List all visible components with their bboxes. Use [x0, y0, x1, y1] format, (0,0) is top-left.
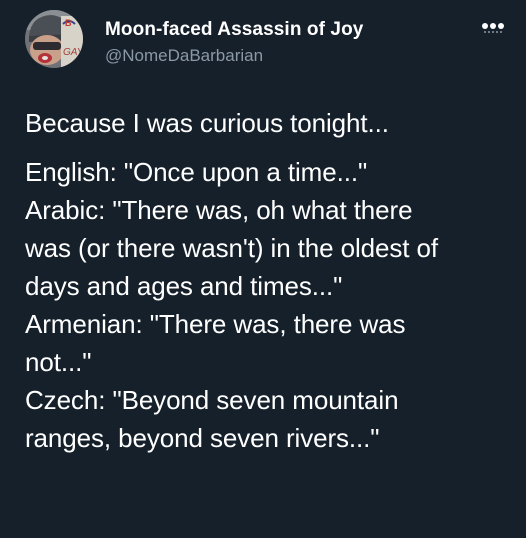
tweet-line: not...": [25, 347, 92, 377]
tweet-line: days and ages and times...": [25, 271, 343, 301]
tweet-line: Armenian: "There was, there was: [25, 309, 406, 339]
author-block: Moon-faced Assassin of Joy @NomeDaBarbar…: [105, 19, 363, 67]
tweet-line: Arabic: "There was, oh what there: [25, 195, 413, 225]
svg-text:B: B: [65, 18, 72, 28]
tweet-line: Czech: "Beyond seven mountain: [25, 385, 399, 415]
tweet-line: was (or there wasn't) in the oldest of: [25, 233, 439, 263]
more-horizontal-icon: [482, 23, 504, 33]
tweet-text: Because I was curious tonight... English…: [25, 104, 514, 457]
tweet-intro-line: Because I was curious tonight...: [25, 108, 389, 138]
avatar-sign-text: GAY: [63, 47, 83, 58]
tweet-line: ranges, beyond seven rivers...": [25, 423, 380, 453]
tweet-card: B GAY Moon-faced Assassin of Joy @NomeDa…: [0, 0, 526, 538]
user-avatar-icon[interactable]: B GAY: [25, 10, 83, 68]
author-handle[interactable]: @NomeDaBarbarian: [105, 45, 363, 67]
tweet-header: B GAY Moon-faced Assassin of Joy @NomeDa…: [25, 10, 510, 70]
avatar-image: B GAY: [25, 10, 83, 68]
author-display-name[interactable]: Moon-faced Assassin of Joy: [105, 19, 363, 41]
tweet-line: English: "Once upon a time...": [25, 157, 368, 187]
more-options-button[interactable]: [476, 12, 510, 36]
